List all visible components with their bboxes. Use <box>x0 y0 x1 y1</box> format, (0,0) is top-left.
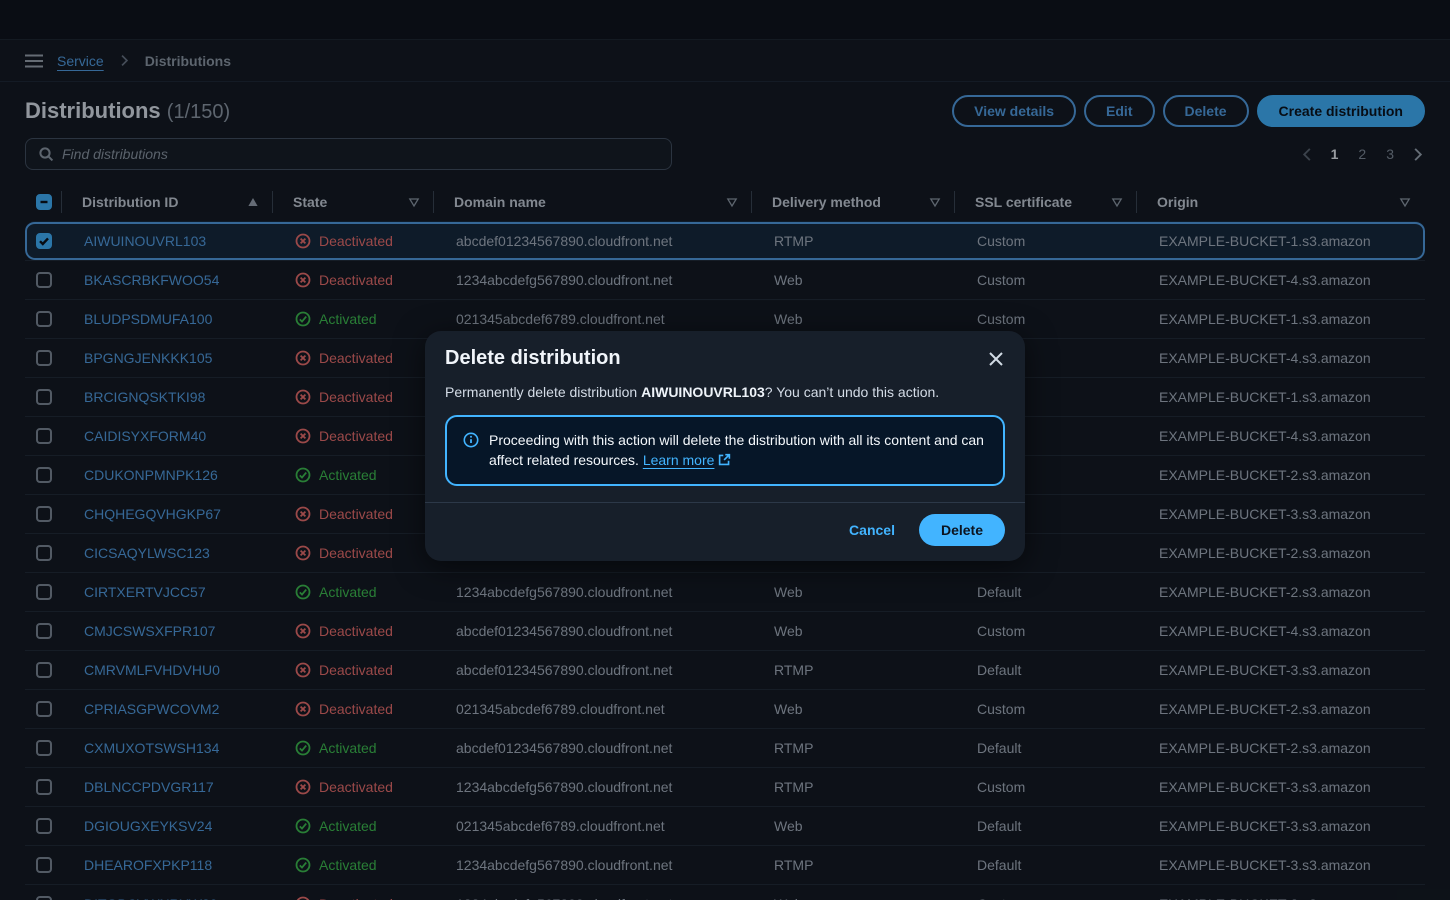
alert-text: Proceeding with this action will delete … <box>489 430 987 471</box>
info-icon <box>463 432 479 453</box>
modal-title: Delete distribution <box>445 347 621 370</box>
modal-message: Permanently delete distribution AIWUINOU… <box>445 384 1005 400</box>
info-alert: Proceeding with this action will delete … <box>445 415 1005 486</box>
external-link-icon <box>718 451 731 471</box>
app-root: Service Distributions Distributions (1/1… <box>0 0 1450 900</box>
confirm-delete-button[interactable]: Delete <box>919 514 1005 546</box>
modal-distribution-id: AIWUINOUVRL103 <box>641 384 765 400</box>
close-icon[interactable] <box>987 350 1005 368</box>
delete-distribution-modal: Delete distribution Permanently delete d… <box>425 331 1025 561</box>
learn-more-link[interactable]: Learn more <box>643 452 715 468</box>
cancel-button[interactable]: Cancel <box>849 522 895 538</box>
